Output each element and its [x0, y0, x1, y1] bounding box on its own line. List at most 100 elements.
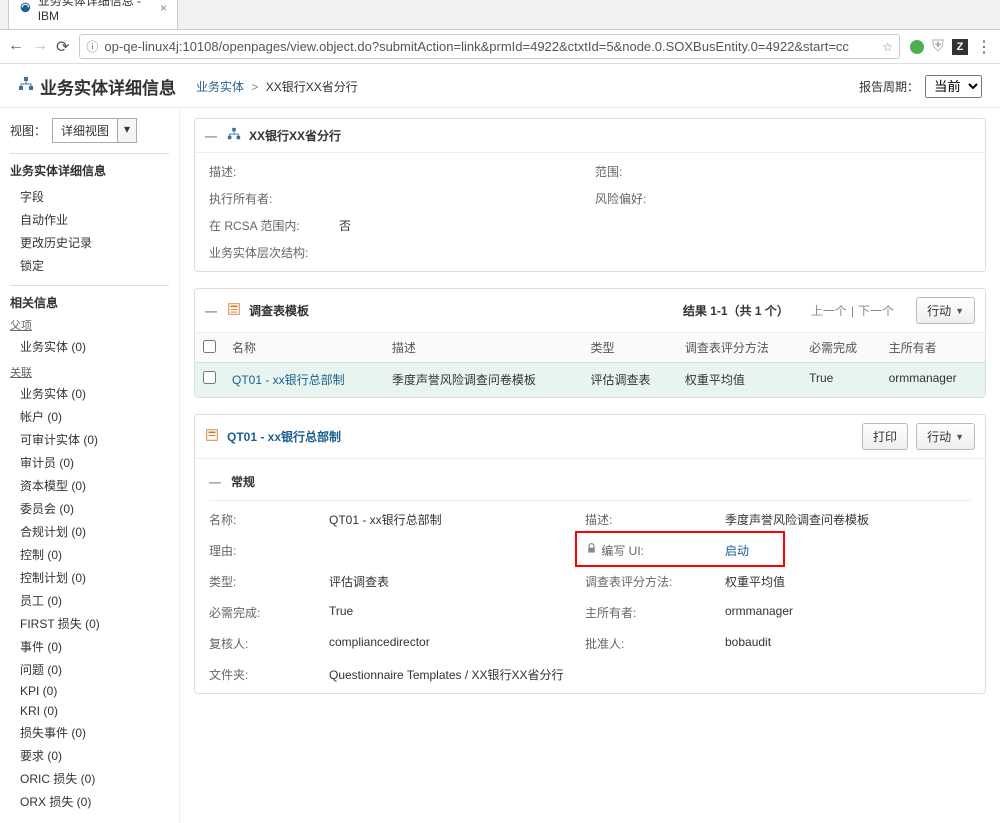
col-header[interactable]: 类型: [583, 333, 677, 363]
view-label: 视图：: [10, 122, 46, 139]
entity-panel-title: XX银行XX省分行: [249, 127, 341, 144]
sidebar-item[interactable]: 要求 (0): [10, 744, 169, 767]
field-label: 名称:: [209, 511, 319, 528]
field-value: [339, 244, 585, 261]
results-count: 结果 1-1（共 1 个）: [683, 302, 789, 319]
field-label: 复核人:: [209, 635, 319, 652]
sidebar-item[interactable]: KPI (0): [10, 681, 169, 701]
row-name-link[interactable]: QT01 - xx银行总部制: [232, 373, 345, 387]
reload-icon[interactable]: ⟳: [56, 37, 69, 57]
extension-z-icon[interactable]: Z: [952, 39, 968, 55]
info-icon[interactable]: ⓘ: [86, 38, 98, 55]
sidebar-item[interactable]: 可审计实体 (0): [10, 428, 169, 451]
entity-panel: — XX银行XX省分行 描述: 范围: 执行所有者: 风险偏好: 在 RCSA …: [194, 118, 986, 272]
col-header[interactable]: 主所有者: [881, 333, 985, 363]
qt-table: 名称 描述 类型 调查表评分方法 必需完成 主所有者 QT01 - xx银行总部…: [195, 333, 985, 397]
field-label: 类型:: [209, 573, 319, 590]
action-button[interactable]: 行动▼: [916, 297, 975, 324]
report-period-select[interactable]: 当前: [925, 75, 982, 98]
breadcrumb-item: XX银行XX省分行: [266, 80, 358, 94]
field-value: 评估调查表: [329, 573, 575, 590]
sidebar-item[interactable]: 损失事件 (0): [10, 721, 169, 744]
chevron-down-icon: ▼: [955, 306, 964, 316]
row-cell: ormmanager: [881, 363, 985, 397]
back-icon[interactable]: ←: [8, 37, 24, 57]
url-input[interactable]: [104, 39, 876, 54]
field-value: [339, 163, 585, 180]
sidebar-item[interactable]: KRI (0): [10, 701, 169, 721]
sidebar-item[interactable]: 锁定: [10, 254, 169, 277]
row-checkbox[interactable]: [203, 371, 216, 384]
sidebar-item[interactable]: ORIC 损失 (0): [10, 767, 169, 790]
col-header[interactable]: 描述: [384, 333, 583, 363]
sidebar-item[interactable]: 更改历史记录: [10, 231, 169, 254]
hierarchy-icon: [18, 76, 34, 97]
select-all-checkbox[interactable]: [203, 340, 216, 353]
sidebar-item[interactable]: 控制 (0): [10, 543, 169, 566]
table-row[interactable]: QT01 - xx银行总部制 季度声誉风险调查问卷模板 评估调查表 权重平均值 …: [195, 363, 985, 397]
sidebar-item[interactable]: 帐户 (0): [10, 405, 169, 428]
view-select-value[interactable]: 详细视图: [52, 118, 118, 143]
qt-table-panel: — 调查表模板 结果 1-1（共 1 个） 上一个|下一个 行动▼ 名称: [194, 288, 986, 398]
row-cell: 季度声誉风险调查问卷模板: [384, 363, 583, 397]
tab-close-icon[interactable]: ×: [160, 1, 167, 15]
collapse-icon[interactable]: —: [209, 475, 223, 489]
sidebar-item[interactable]: 业务实体 (0): [10, 382, 169, 405]
sidebar-item[interactable]: 事件 (0): [10, 635, 169, 658]
collapse-icon[interactable]: —: [205, 304, 219, 318]
qt-detail-panel: QT01 - xx银行总部制 打印 行动▼ — 常规 名称: QT01 - xx…: [194, 414, 986, 694]
sidebar-item[interactable]: ORX 损失 (0): [10, 790, 169, 813]
hierarchy-icon: [227, 127, 241, 144]
pager-prev[interactable]: 上一个: [811, 304, 847, 318]
field-label: 风险偏好:: [595, 190, 715, 207]
extension-green-icon[interactable]: [910, 40, 924, 54]
col-header[interactable]: 名称: [224, 333, 384, 363]
field-label: 理由:: [209, 542, 319, 559]
sidebar-item[interactable]: 委员会 (0): [10, 497, 169, 520]
browser-menu-icon[interactable]: ⋮: [976, 37, 992, 57]
field-value: [725, 190, 971, 207]
bookmark-icon[interactable]: ☆: [882, 40, 893, 54]
sidebar-item[interactable]: 员工 (0): [10, 589, 169, 612]
col-header[interactable]: 调查表评分方法: [677, 333, 801, 363]
collapse-icon[interactable]: —: [205, 129, 219, 143]
sidebar-item[interactable]: 字段: [10, 185, 169, 208]
field-label: 在 RCSA 范围内:: [209, 217, 329, 234]
row-cell: 评估调查表: [583, 363, 677, 397]
template-icon: [205, 428, 219, 445]
field-value: compliancedirector: [329, 635, 575, 652]
favicon: [19, 1, 32, 15]
sidebar-item[interactable]: 合规计划 (0): [10, 520, 169, 543]
forward-icon[interactable]: →: [32, 37, 48, 57]
action-button[interactable]: 行动▼: [916, 423, 975, 450]
sidebar-item[interactable]: 控制计划 (0): [10, 566, 169, 589]
qt-detail-title[interactable]: QT01 - xx银行总部制: [227, 428, 341, 445]
field-label: 范围:: [595, 163, 715, 180]
shield-icon[interactable]: ⛨: [932, 38, 944, 56]
sidebar-item[interactable]: FIRST 损失 (0): [10, 612, 169, 635]
sidebar-item[interactable]: 资本模型 (0): [10, 474, 169, 497]
field-label: 必需完成:: [209, 604, 319, 621]
sidebar-item[interactable]: 自动作业: [10, 208, 169, 231]
field-value: [339, 190, 585, 207]
qt-panel-title: 调查表模板: [249, 302, 309, 319]
breadcrumb-item[interactable]: 业务实体: [196, 80, 244, 94]
field-value: Questionnaire Templates / XX银行XX省分行: [329, 666, 971, 683]
chevron-down-icon[interactable]: ▾: [118, 118, 137, 143]
section-title: 常规: [231, 473, 255, 490]
pager-next[interactable]: 下一个: [858, 304, 894, 318]
col-header[interactable]: 必需完成: [801, 333, 880, 363]
chevron-down-icon: ▼: [955, 432, 964, 442]
print-button[interactable]: 打印: [862, 423, 908, 450]
browser-tab-strip: 业务实体详细信息 - IBM ×: [0, 0, 1000, 30]
field-label: 文件夹:: [209, 666, 319, 683]
template-icon: [227, 302, 241, 319]
field-label: 执行所有者:: [209, 190, 329, 207]
sidebar-item[interactable]: 问题 (0): [10, 658, 169, 681]
sidebar-item[interactable]: 审计员 (0): [10, 451, 169, 474]
field-value: 否: [339, 217, 585, 234]
sidebar-item[interactable]: 业务实体 (0): [10, 335, 169, 358]
url-box[interactable]: ⓘ ☆: [79, 34, 900, 59]
browser-tab[interactable]: 业务实体详细信息 - IBM ×: [8, 0, 178, 29]
view-select[interactable]: 详细视图 ▾: [52, 118, 137, 143]
